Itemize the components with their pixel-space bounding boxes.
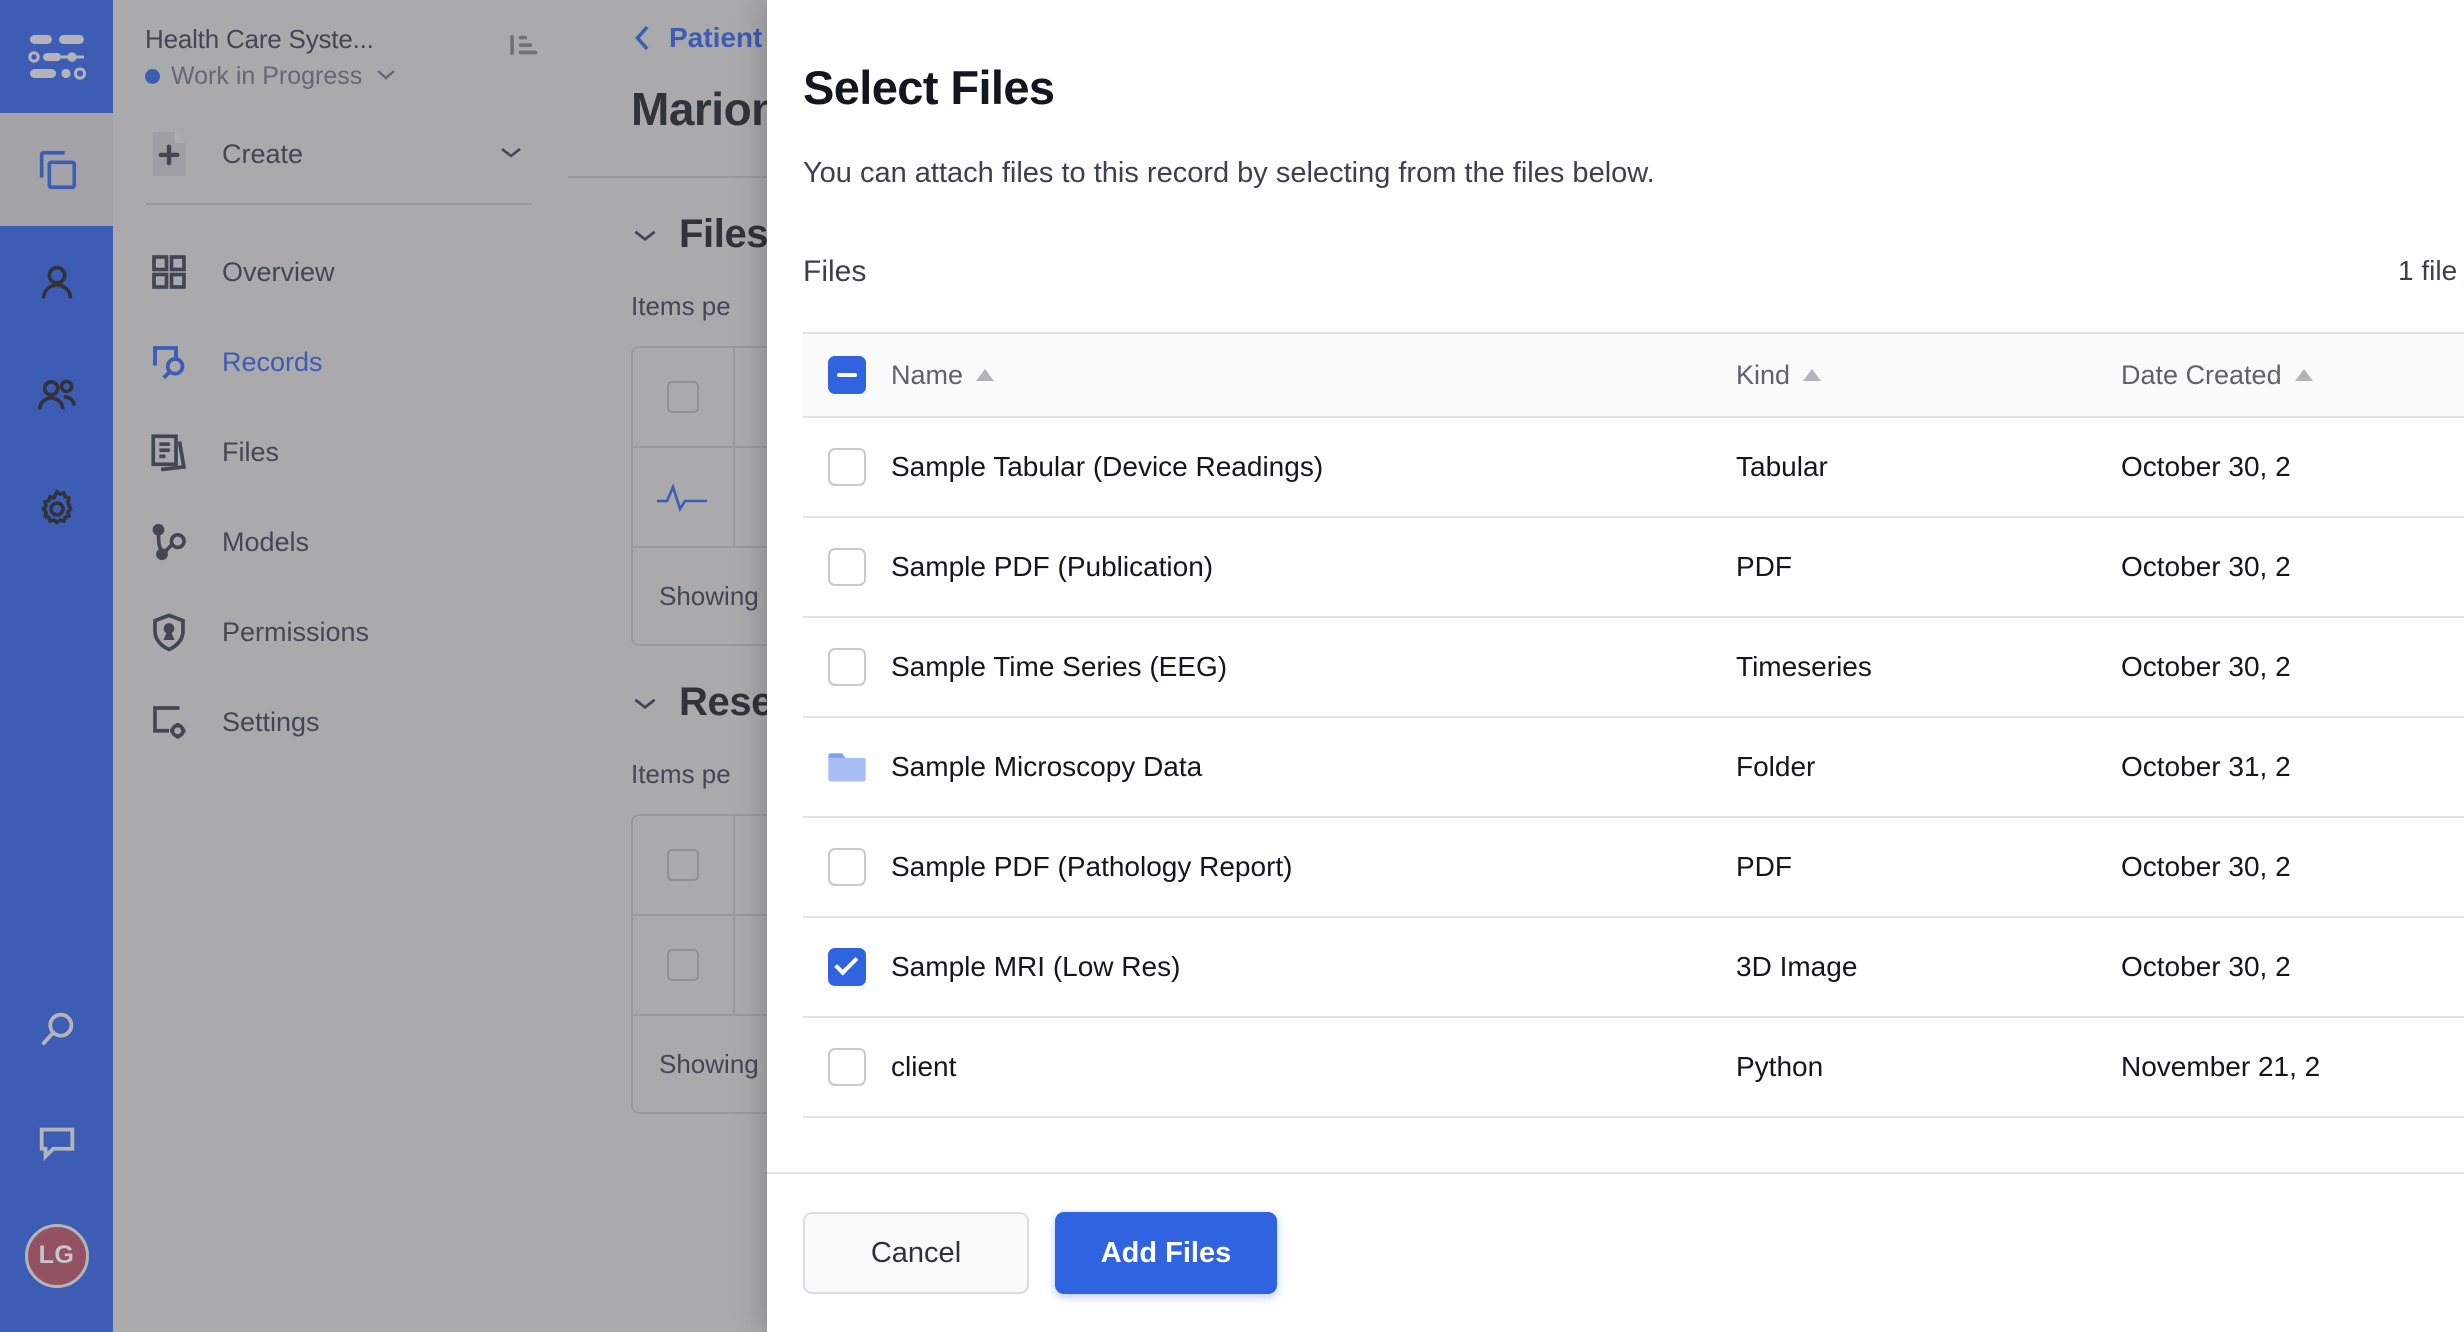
table-row[interactable]: Sample Time Series (EEG)TimeseriesOctobe… — [803, 618, 2464, 718]
row-checkbox[interactable] — [828, 448, 866, 486]
row-checkbox[interactable] — [828, 848, 866, 886]
cell-kind: PDF — [1736, 851, 2121, 883]
cell-date-created: October 30, 2 — [2121, 951, 2464, 983]
table-row[interactable]: Sample PDF (Pathology Report)PDFOctober … — [803, 818, 2464, 918]
row-select-cell[interactable] — [803, 548, 891, 586]
cell-kind: PDF — [1736, 551, 2121, 583]
cell-date-created: October 30, 2 — [2121, 551, 2464, 583]
files-table: Name Kind Date Created — [803, 332, 2464, 1118]
sort-ascending-icon — [1803, 369, 1821, 381]
column-header-date-created[interactable]: Date Created — [2121, 360, 2464, 391]
cell-kind: Tabular — [1736, 451, 2121, 483]
cancel-button[interactable]: Cancel — [803, 1212, 1029, 1294]
cell-name: Sample Time Series (EEG) — [891, 651, 1736, 683]
dialog-subtitle: You can attach files to this record by s… — [803, 157, 2464, 190]
table-row[interactable]: clientPythonNovember 21, 2 — [803, 1018, 2464, 1118]
row-checkbox[interactable] — [828, 548, 866, 586]
dialog-footer: Cancel Add Files — [767, 1172, 2464, 1332]
row-select-cell[interactable] — [803, 848, 891, 886]
cell-name: Sample MRI (Low Res) — [891, 951, 1736, 983]
add-files-button[interactable]: Add Files — [1055, 1212, 1277, 1294]
column-header-kind[interactable]: Kind — [1736, 360, 2121, 391]
table-header-row: Name Kind Date Created — [803, 334, 2464, 418]
row-checkbox[interactable] — [828, 1048, 866, 1086]
cell-date-created: October 30, 2 — [2121, 651, 2464, 683]
table-row[interactable]: Sample PDF (Publication)PDFOctober 30, 2 — [803, 518, 2464, 618]
cell-name: Sample PDF (Publication) — [891, 551, 1736, 583]
table-row[interactable]: Sample Microscopy DataFolderOctober 31, … — [803, 718, 2464, 818]
row-checkbox[interactable] — [828, 648, 866, 686]
row-checkbox[interactable] — [828, 948, 866, 986]
cell-name: Sample Microscopy Data — [891, 751, 1736, 783]
row-select-cell[interactable] — [803, 948, 891, 986]
select-files-dialog: Select Files You can attach files to thi… — [767, 0, 2464, 1332]
cell-kind: Folder — [1736, 751, 2121, 783]
files-section-label: Files — [803, 255, 866, 289]
table-row[interactable]: Sample MRI (Low Res)3D ImageOctober 30, … — [803, 918, 2464, 1018]
selected-count-label: 1 file sele — [2398, 255, 2464, 287]
row-select-cell[interactable] — [803, 1048, 891, 1086]
cell-date-created: October 30, 2 — [2121, 851, 2464, 883]
row-select-cell[interactable] — [803, 750, 891, 784]
table-row[interactable]: Sample Tabular (Device Readings)TabularO… — [803, 418, 2464, 518]
cell-date-created: October 30, 2 — [2121, 451, 2464, 483]
cell-name: client — [891, 1051, 1736, 1083]
cell-kind: 3D Image — [1736, 951, 2121, 983]
cell-date-created: November 21, 2 — [2121, 1051, 2464, 1083]
row-select-cell[interactable] — [803, 448, 891, 486]
sort-ascending-icon — [2295, 369, 2313, 381]
cell-date-created: October 31, 2 — [2121, 751, 2464, 783]
cell-kind: Timeseries — [1736, 651, 2121, 683]
column-header-name[interactable]: Name — [891, 360, 1736, 391]
row-select-cell[interactable] — [803, 648, 891, 686]
cell-name: Sample Tabular (Device Readings) — [891, 451, 1736, 483]
cell-kind: Python — [1736, 1051, 2121, 1083]
dialog-title: Select Files — [803, 60, 2464, 115]
cell-name: Sample PDF (Pathology Report) — [891, 851, 1736, 883]
select-all-checkbox[interactable] — [828, 356, 866, 394]
sort-ascending-icon — [976, 369, 994, 381]
folder-icon — [826, 750, 868, 784]
